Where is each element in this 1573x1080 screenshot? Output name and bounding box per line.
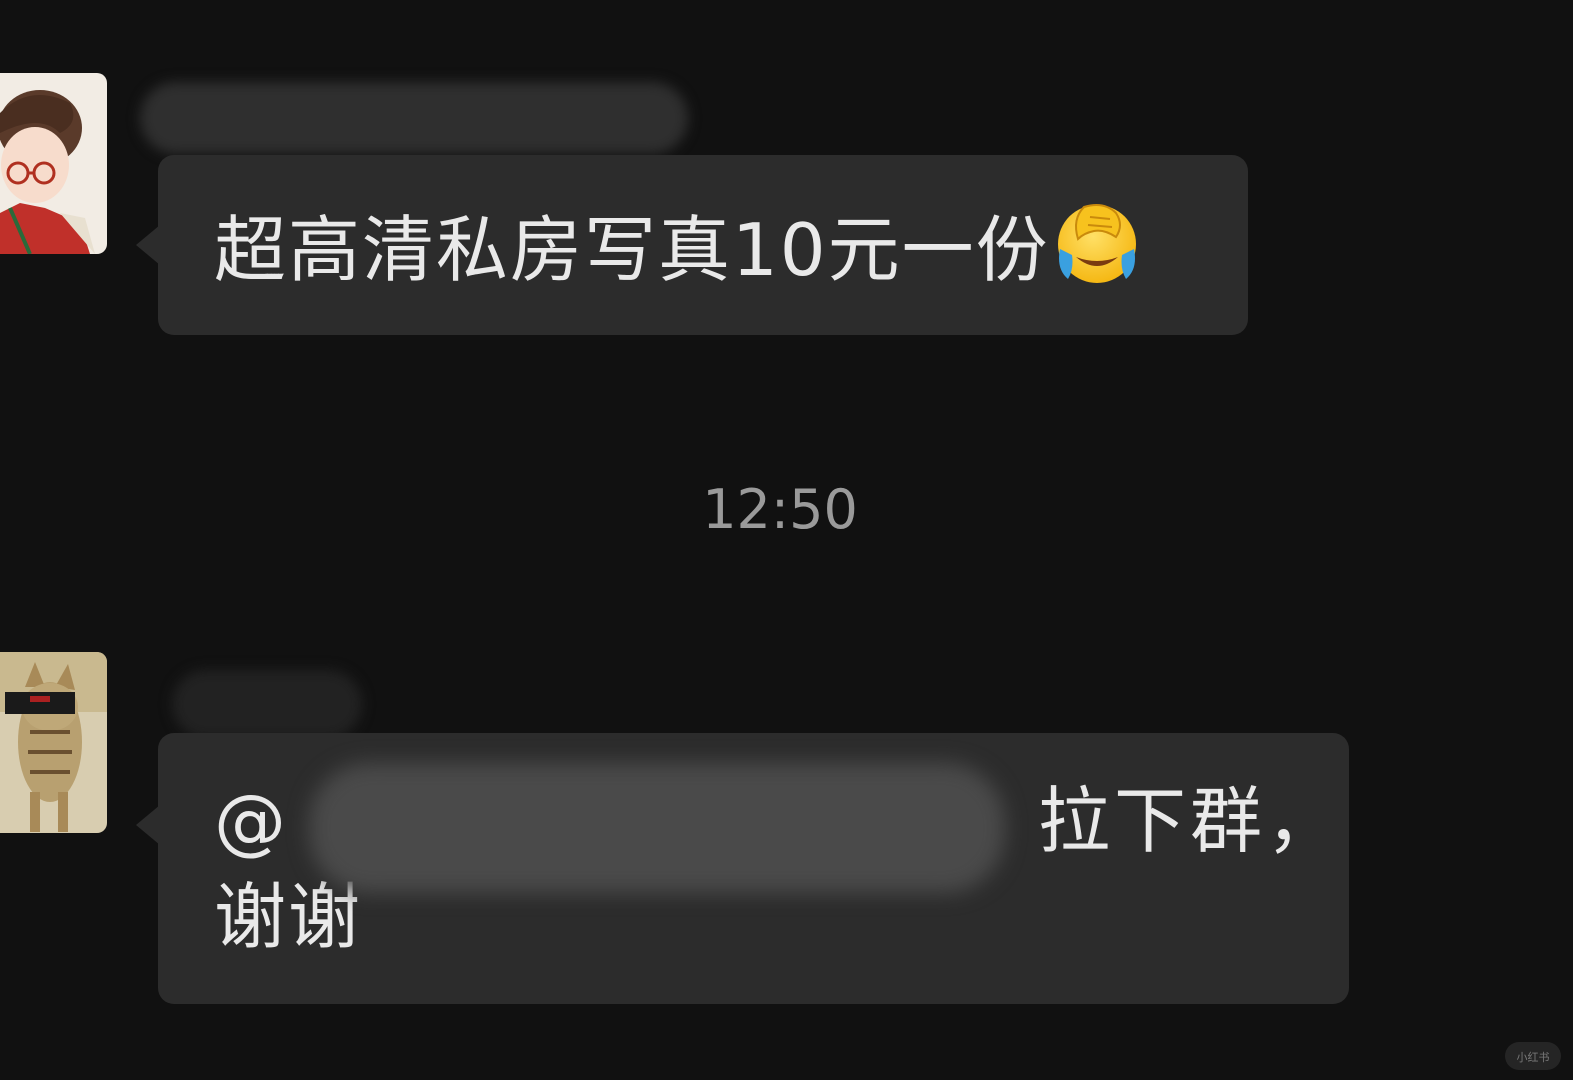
- sender-avatar[interactable]: [0, 652, 107, 833]
- sender-name-redacted: [140, 82, 688, 154]
- message-bubble[interactable]: 超高清私房写真10元一份: [136, 155, 1248, 335]
- sender-name-redacted: [172, 670, 362, 738]
- svg-text:小红书: 小红书: [1517, 1051, 1550, 1064]
- xiaohongshu-watermark-logo: 小红书: [1505, 1042, 1561, 1070]
- mention-line: @ 拉下群，: [214, 763, 1338, 893]
- cartoon-boy-avatar-image: [0, 73, 107, 254]
- face-exhaling-laughing-emoji-icon: [1054, 199, 1140, 285]
- message-bubble[interactable]: @ 拉下群， 谢谢: [136, 733, 1349, 1004]
- message-text: 拉下群，: [1038, 779, 1343, 863]
- chat-screen: 超高清私房写真10元一份 12:50 @ 拉下群， 谢谢 小红书: [0, 0, 1573, 1080]
- message-text: 超高清私房写真10元一份: [214, 208, 1050, 292]
- mention-name-redacted: [309, 763, 1005, 893]
- message-timestamp: 12:50: [702, 478, 858, 541]
- mention-at-symbol: @: [214, 779, 286, 863]
- cat-avatar-image: [0, 652, 107, 833]
- sender-avatar[interactable]: [0, 73, 107, 254]
